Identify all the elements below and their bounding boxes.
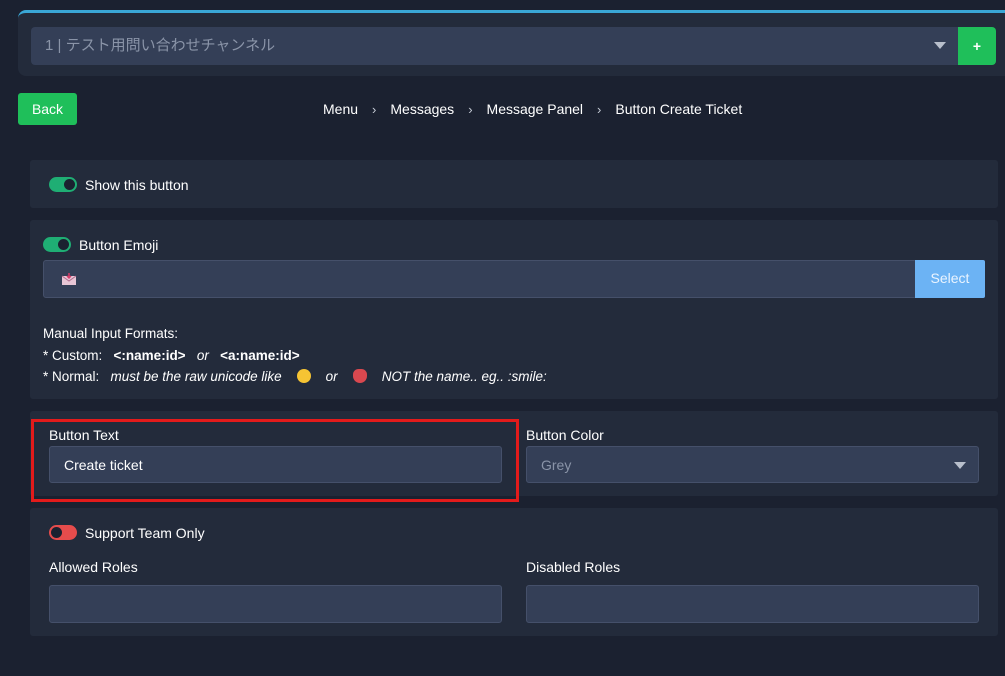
- button-color-select[interactable]: Grey: [526, 446, 979, 483]
- chevron-right-icon: ›: [372, 101, 377, 117]
- show-button-label: Show this button: [85, 177, 189, 193]
- or-text: or: [325, 369, 338, 384]
- custom-format-animated: <a:name:id>: [220, 347, 300, 363]
- normal-note: NOT the name.. eg.. :smile:: [381, 369, 547, 384]
- emoji-panel: Button Emoji Select Manual Input Formats…: [30, 220, 998, 399]
- channel-select[interactable]: 1 | テスト用問い合わせチャンネル: [31, 27, 958, 65]
- manual-input-formats: Manual Input Formats: * Custom: <:name:i…: [43, 323, 547, 388]
- or-text: or: [196, 347, 209, 363]
- support-team-panel: Support Team Only Allowed Roles Disabled…: [30, 508, 998, 636]
- grinning-emoji-icon: [296, 369, 311, 383]
- breadcrumb-item-menu[interactable]: Menu: [323, 101, 358, 117]
- chevron-right-icon: ›: [597, 101, 602, 117]
- breadcrumb-item-message-panel[interactable]: Message Panel: [487, 101, 584, 117]
- back-button[interactable]: Back: [18, 93, 77, 125]
- show-button-panel: Show this button: [30, 160, 998, 208]
- button-color-label: Button Color: [526, 427, 604, 443]
- add-channel-button[interactable]: +: [958, 27, 996, 65]
- disabled-roles-label: Disabled Roles: [526, 559, 621, 575]
- breadcrumb: Menu › Messages › Message Panel › Button…: [323, 100, 742, 118]
- disabled-roles-input[interactable]: [526, 585, 979, 623]
- chevron-right-icon: ›: [468, 101, 473, 117]
- button-color-value: Grey: [541, 457, 572, 473]
- channel-select-value: 1 | テスト用問い合わせチャンネル: [45, 37, 276, 54]
- chevron-down-icon: [954, 462, 966, 469]
- normal-label: * Normal:: [43, 369, 100, 384]
- custom-label: * Custom:: [43, 347, 103, 363]
- allowed-roles-input[interactable]: [49, 585, 502, 623]
- normal-text: must be the raw unicode like: [110, 369, 282, 384]
- emoji-label: Button Emoji: [79, 237, 159, 253]
- strawberry-emoji-icon: [352, 369, 367, 383]
- emoji-toggle[interactable]: [43, 237, 71, 252]
- formats-normal-line: * Normal: must be the raw unicode like o…: [43, 366, 547, 388]
- chevron-down-icon: [934, 42, 946, 49]
- show-button-toggle[interactable]: [49, 177, 77, 192]
- breadcrumb-item-messages[interactable]: Messages: [390, 101, 454, 117]
- emoji-input[interactable]: [43, 260, 917, 298]
- custom-format-static: <:name:id>: [113, 347, 186, 363]
- envelope-emoji-icon: [61, 273, 77, 285]
- channel-card: 1 | テスト用問い合わせチャンネル +: [18, 10, 1005, 76]
- allowed-roles-label: Allowed Roles: [49, 559, 138, 575]
- emoji-select-button[interactable]: Select: [915, 260, 985, 298]
- formats-title: Manual Input Formats:: [43, 326, 179, 341]
- highlight-box: [31, 419, 519, 502]
- formats-custom-line: * Custom: <:name:id> or <a:name:id>: [43, 345, 547, 367]
- support-team-label: Support Team Only: [85, 525, 205, 541]
- breadcrumb-item-current: Button Create Ticket: [615, 101, 743, 117]
- support-team-toggle[interactable]: [49, 525, 77, 540]
